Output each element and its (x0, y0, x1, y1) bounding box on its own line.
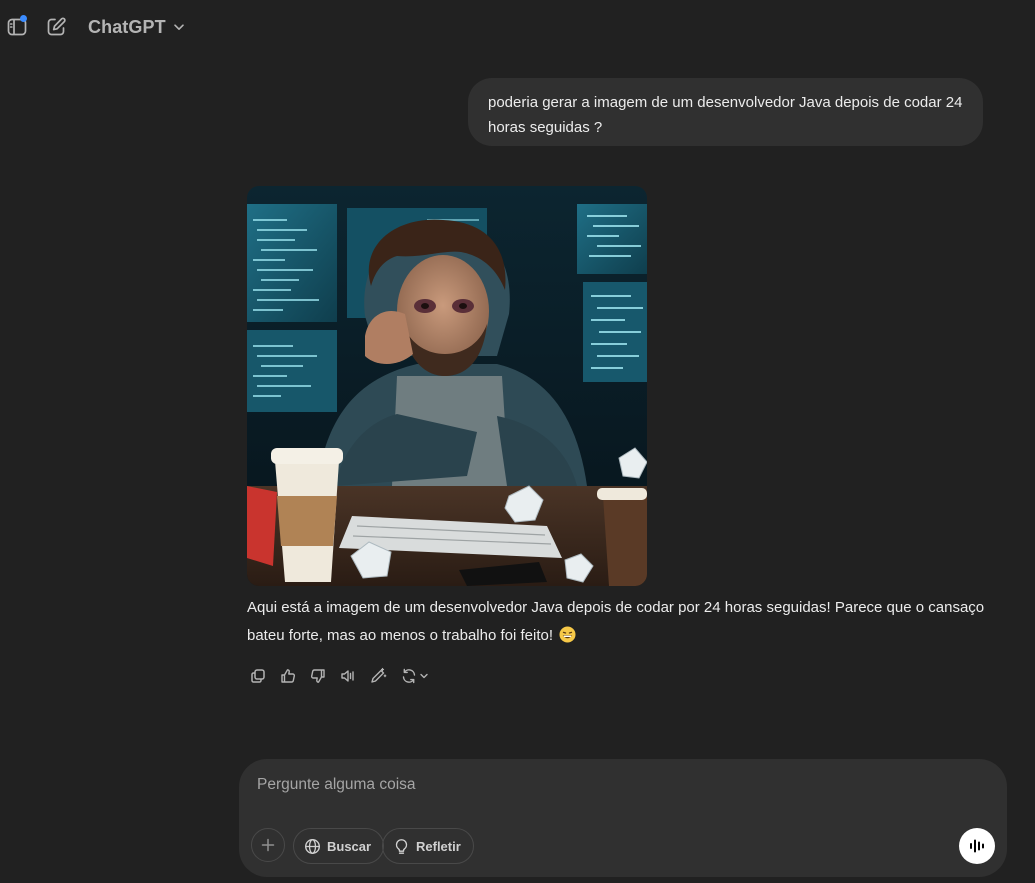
edit-in-canvas-icon (371, 667, 387, 683)
search-button[interactable]: Buscar (293, 828, 385, 864)
edit-in-canvas-button[interactable] (364, 662, 392, 690)
voice-waveform-icon (970, 839, 984, 853)
thumbs-down-button[interactable] (304, 662, 332, 690)
reason-button-label: Refletir (416, 838, 461, 854)
thumbs-up-button[interactable] (274, 662, 302, 690)
chevron-down-icon (419, 673, 428, 679)
new-chat-icon (47, 17, 66, 36)
tired-developer-illustration (247, 186, 647, 586)
assistant-message: Aqui está a imagem de um desenvolvedor J… (247, 594, 987, 650)
lightbulb-icon (395, 838, 408, 854)
left-monitor (247, 204, 337, 412)
user-message-bubble: poderia gerar a imagem de um desenvolved… (468, 78, 983, 146)
top-bar: ChatGPT (0, 0, 1035, 54)
model-name: ChatGPT (88, 16, 166, 37)
message-actions (244, 662, 434, 690)
attach-button[interactable] (251, 828, 285, 862)
reason-button[interactable]: Refletir (382, 828, 474, 864)
grinning-face-emoji (559, 626, 576, 643)
right-monitor (577, 204, 647, 382)
chevron-down-icon (173, 24, 184, 30)
thumbs-down-icon (310, 669, 325, 683)
user-message-text: poderia gerar a imagem de um desenvolved… (488, 94, 963, 136)
plus-icon (261, 838, 275, 852)
regenerate-button[interactable] (394, 662, 434, 690)
copy-icon (251, 669, 265, 683)
voice-mode-button[interactable] (959, 828, 995, 864)
new-chat-button[interactable] (42, 13, 70, 41)
chat-app: ChatGPT poderia gerar a imagem de um des… (0, 0, 1035, 883)
globe-icon (304, 838, 321, 854)
regenerate-icon (402, 668, 415, 684)
generated-image[interactable] (247, 186, 647, 586)
prompt-input[interactable] (255, 771, 959, 799)
assistant-message-text: Aqui está a imagem de um desenvolvedor J… (247, 599, 985, 644)
search-button-label: Buscar (327, 838, 372, 854)
notification-dot (20, 15, 27, 22)
read-aloud-button[interactable] (334, 662, 362, 690)
thumbs-up-icon (281, 669, 296, 683)
model-selector[interactable]: ChatGPT (80, 11, 194, 43)
read-aloud-icon (341, 670, 354, 682)
message-composer: Buscar Refletir (239, 759, 1007, 877)
sidebar-toggle-button[interactable] (3, 13, 31, 41)
copy-button[interactable] (244, 662, 272, 690)
